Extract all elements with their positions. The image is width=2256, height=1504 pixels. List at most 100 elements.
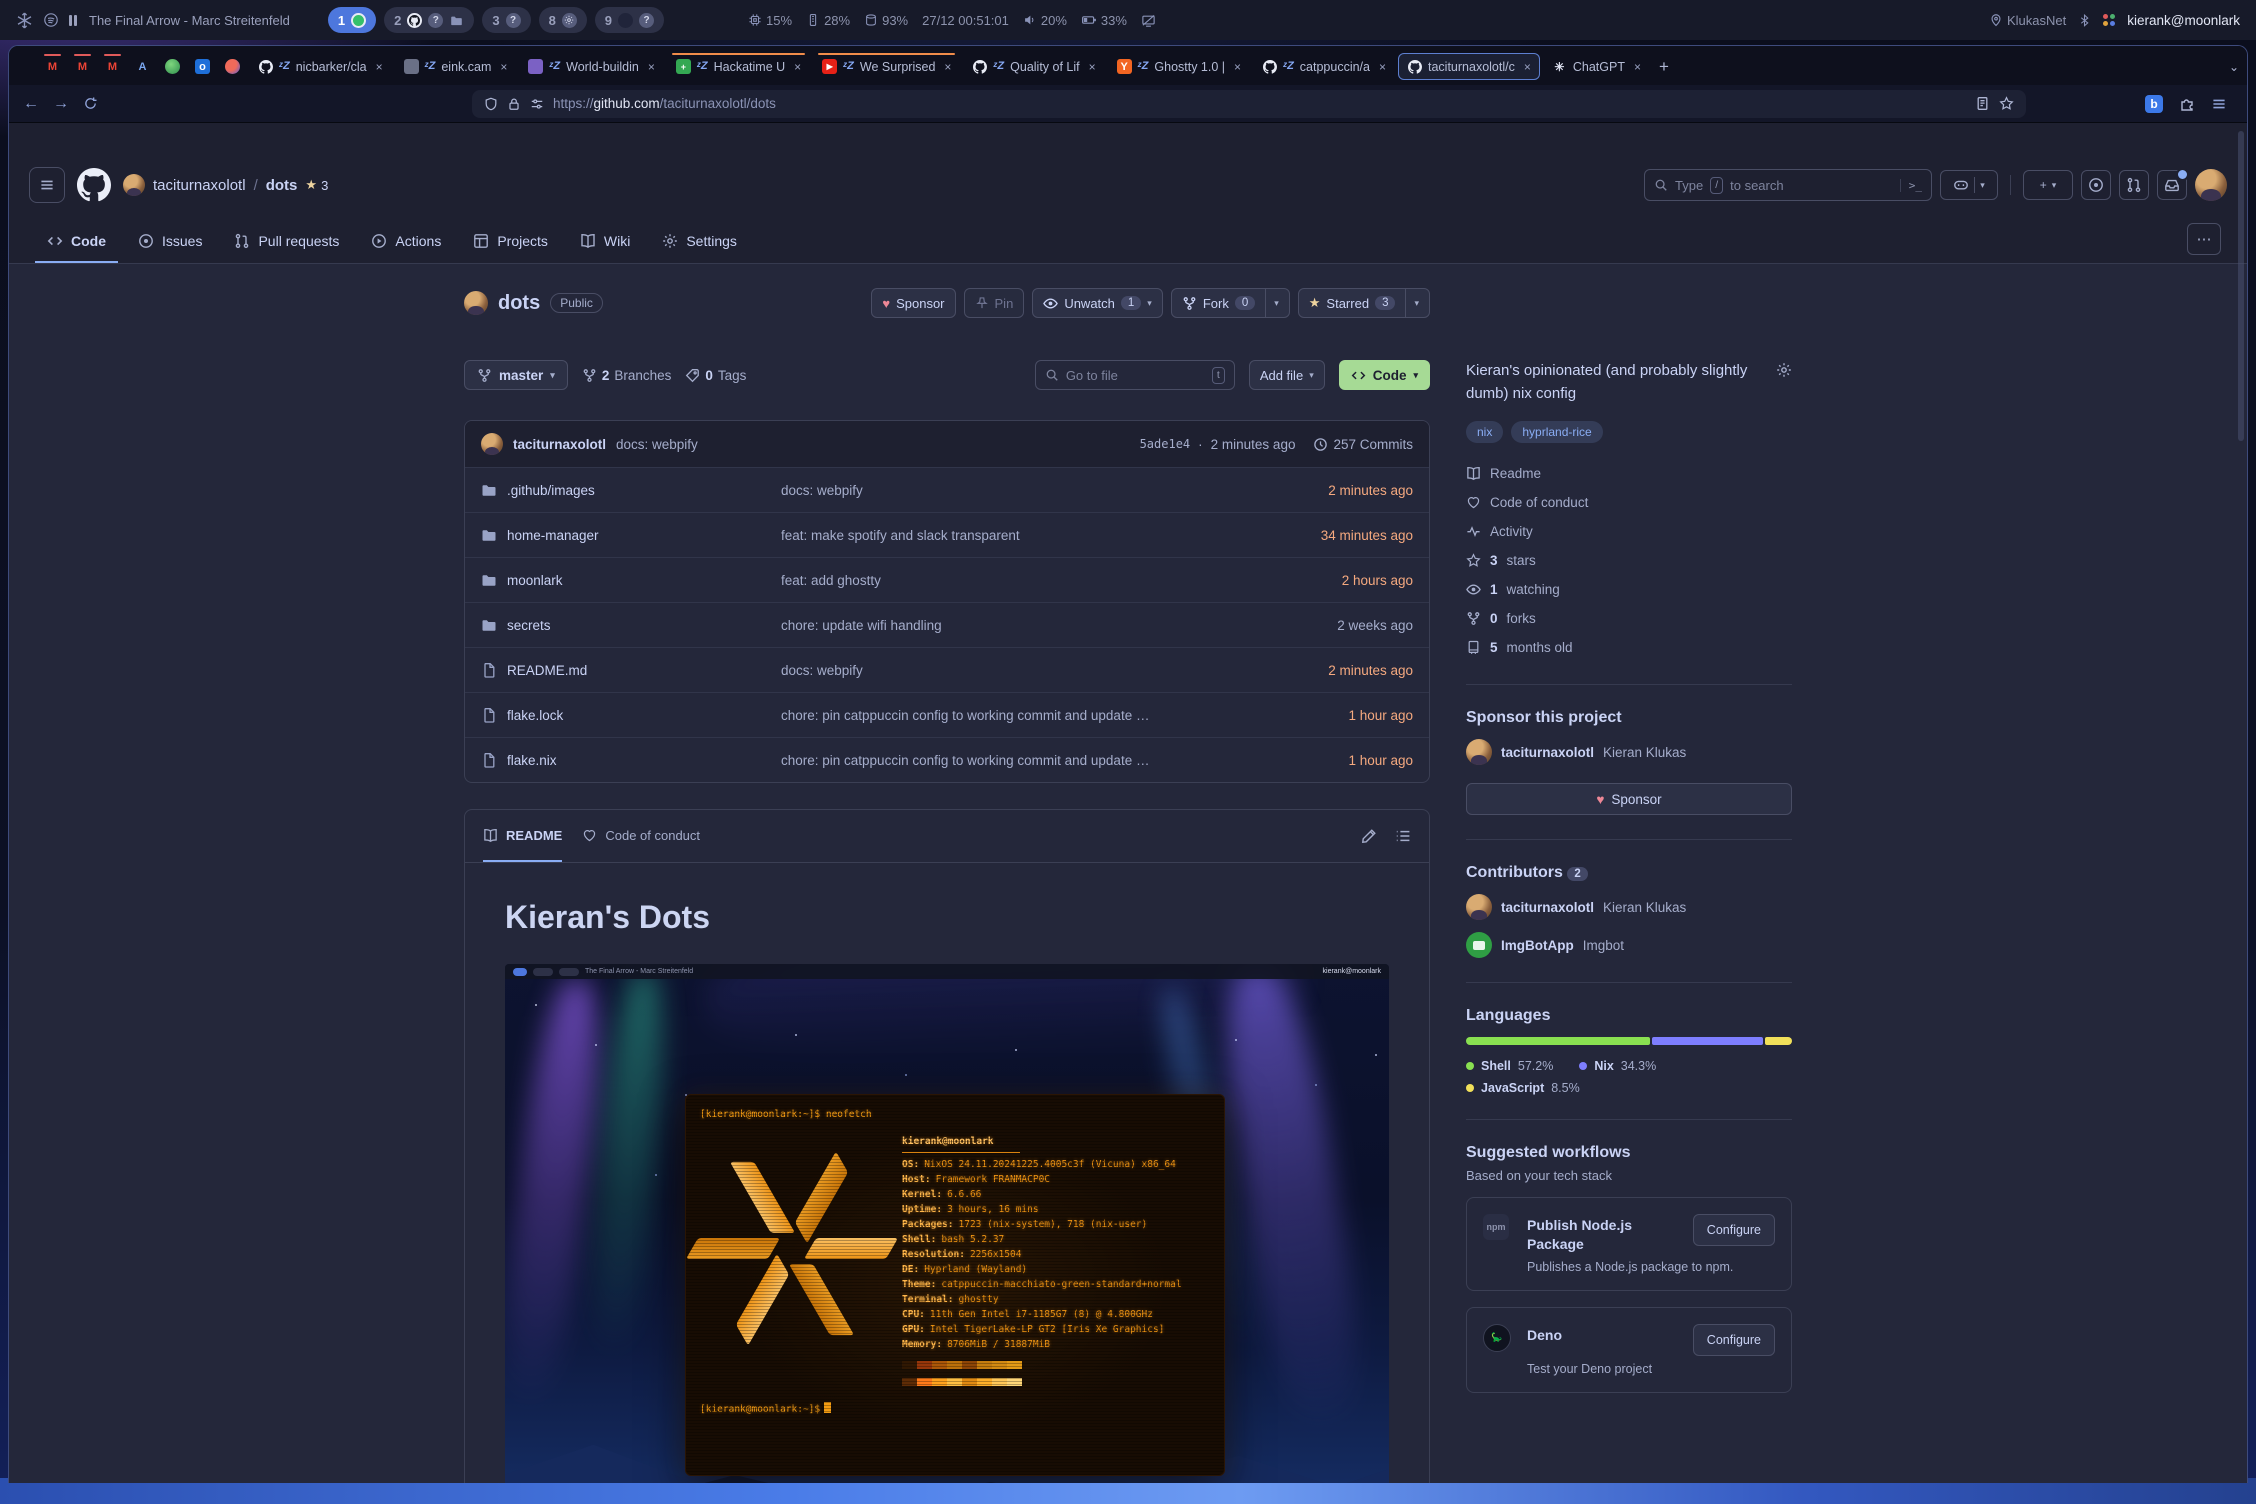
list-all-tabs-icon[interactable]: ⌄ <box>2229 60 2239 74</box>
reload-button[interactable] <box>83 96 98 111</box>
close-tab-icon[interactable]: × <box>794 60 801 74</box>
pinned-tab-mail-2[interactable]: M <box>69 54 96 80</box>
file-commit-message[interactable]: docs: webpify <box>781 483 1243 498</box>
code-of-conduct-tab[interactable]: Code of conduct <box>582 810 700 862</box>
file-commit-message[interactable]: chore: update wifi handling <box>781 618 1243 633</box>
workspace-3[interactable]: 3 ? <box>482 7 530 33</box>
file-row[interactable]: flake.lock chore: pin catppuccin config … <box>465 692 1429 737</box>
owner-avatar[interactable] <box>123 174 145 196</box>
workspace-1[interactable]: 1 <box>328 7 376 33</box>
notifications-button[interactable] <box>2157 170 2187 200</box>
github-logo[interactable] <box>77 168 111 202</box>
contributor-username[interactable]: taciturnaxolotl <box>1501 900 1594 915</box>
close-tab-icon[interactable]: × <box>944 60 951 74</box>
close-tab-icon[interactable]: × <box>1634 60 1641 74</box>
tab-actions[interactable]: Actions <box>359 221 453 263</box>
file-name[interactable]: secrets <box>507 618 551 633</box>
unwatch-button[interactable]: Unwatch1▾ <box>1032 288 1163 318</box>
command-palette-icon[interactable]: >_ <box>1900 179 1922 192</box>
screen-off-icon[interactable] <box>1141 13 1156 28</box>
media-pause-icon[interactable] <box>69 15 77 26</box>
tab-wiki[interactable]: Wiki <box>568 221 642 263</box>
permissions-icon[interactable] <box>530 97 544 111</box>
sponsor-username[interactable]: taciturnaxolotl <box>1501 745 1594 760</box>
file-row[interactable]: README.md docs: webpify 2 minutes ago <box>465 647 1429 692</box>
configure-button[interactable]: Configure <box>1693 1324 1775 1356</box>
workspace-8[interactable]: 8 <box>539 7 587 33</box>
breadcrumb-repo[interactable]: dots <box>266 177 298 194</box>
tab-nicbarker[interactable]: zZ nicbarker/cla × <box>249 53 392 80</box>
file-name[interactable]: README.md <box>507 663 587 678</box>
sponsor-button-large[interactable]: ♥Sponsor <box>1466 783 1792 815</box>
spotify-tray-icon[interactable] <box>43 12 59 28</box>
readme-tab[interactable]: README <box>483 810 562 862</box>
close-tab-icon[interactable]: × <box>1089 60 1096 74</box>
sponsor-avatar[interactable] <box>1466 739 1492 765</box>
contributor-row[interactable]: taciturnaxolotl Kieran Klukas <box>1466 894 1792 920</box>
global-search-input[interactable]: Type / to search >_ <box>1644 169 1932 201</box>
stars-link[interactable]: 3stars <box>1466 548 1792 573</box>
extensions-puzzle-icon[interactable] <box>2179 96 2195 112</box>
tab-eink[interactable]: zZ eink.cam × <box>395 53 517 80</box>
pinned-tab-leaf[interactable] <box>159 54 186 80</box>
file-name[interactable]: flake.nix <box>507 753 557 768</box>
workspace-2[interactable]: 2 ? <box>384 7 474 33</box>
new-tab-button[interactable]: + <box>1659 57 1669 77</box>
tab-hackatime[interactable]: + zZ Hackatime U × <box>667 53 810 80</box>
contributor-username[interactable]: ImgBotApp <box>1501 938 1574 953</box>
readme-screenshot[interactable]: The Final Arrow - Marc Streitenfeld kier… <box>505 964 1389 1483</box>
file-name[interactable]: moonlark <box>507 573 563 588</box>
file-name[interactable]: flake.lock <box>507 708 563 723</box>
pinned-tab-mail-3[interactable]: M <box>99 54 126 80</box>
tab-worldbuilding[interactable]: zZ World-buildin × <box>519 53 663 80</box>
tab-issues[interactable]: Issues <box>126 221 214 263</box>
language-shell[interactable]: Shell57.2% <box>1466 1059 1553 1073</box>
tab-quality-of-life[interactable]: zZ Quality of Lif × <box>963 53 1104 80</box>
commit-history-link[interactable]: 257 Commits <box>1313 437 1413 452</box>
tab-youtube[interactable]: ▶ zZ We Surprised × <box>813 53 960 80</box>
branch-selector[interactable]: master▾ <box>464 360 568 390</box>
pinned-tab-orb[interactable] <box>219 54 246 80</box>
pull-requests-button[interactable] <box>2119 170 2149 200</box>
file-row[interactable]: secrets chore: update wifi handling 2 we… <box>465 602 1429 647</box>
outline-list-icon[interactable] <box>1395 828 1411 844</box>
watching-link[interactable]: 1watching <box>1466 577 1792 602</box>
tab-taciturnaxolotl-active[interactable]: taciturnaxolotl/c × <box>1398 53 1540 80</box>
contributor-row[interactable]: ImgBotApp Imgbot <box>1466 932 1792 958</box>
tab-catppuccin[interactable]: zZ catppuccin/a × <box>1253 53 1395 80</box>
file-row[interactable]: .github/images docs: webpify 2 minutes a… <box>465 467 1429 512</box>
close-tab-icon[interactable]: × <box>648 60 655 74</box>
page-scrollbar[interactable] <box>2238 131 2244 441</box>
file-commit-message[interactable]: docs: webpify <box>781 663 1243 678</box>
add-file-button[interactable]: Add file▾ <box>1249 360 1325 390</box>
star-dropdown[interactable]: ▾ <box>1405 289 1419 317</box>
file-name[interactable]: .github/images <box>507 483 595 498</box>
pinned-tab-outlook[interactable]: o <box>189 54 216 80</box>
branches-link[interactable]: 2Branches <box>582 368 672 383</box>
activity-link[interactable]: Activity <box>1466 519 1792 544</box>
lock-icon[interactable] <box>507 97 521 111</box>
file-commit-message[interactable]: feat: add ghostty <box>781 573 1243 588</box>
topic-hyprland-rice[interactable]: hyprland-rice <box>1511 421 1602 443</box>
contributor-avatar[interactable] <box>1466 894 1492 920</box>
pin-button[interactable]: Pin <box>964 288 1025 318</box>
nix-tray-icon[interactable] <box>16 12 33 29</box>
issues-button[interactable] <box>2081 170 2111 200</box>
tab-ghostty[interactable]: Y zZ Ghostty 1.0 | × <box>1108 53 1250 80</box>
file-commit-message[interactable]: feat: make spotify and slack transparent <box>781 528 1243 543</box>
readme-link[interactable]: Readme <box>1466 461 1792 486</box>
close-tab-icon[interactable]: × <box>376 60 383 74</box>
file-row[interactable]: home-manager feat: make spotify and slac… <box>465 512 1429 557</box>
back-button[interactable]: ← <box>23 95 39 113</box>
language-nix[interactable]: Nix34.3% <box>1579 1059 1656 1073</box>
create-new-button[interactable]: +▾ <box>2023 170 2073 200</box>
imgbot-avatar[interactable] <box>1466 932 1492 958</box>
user-avatar[interactable] <box>2195 169 2227 201</box>
commit-hash[interactable]: 5ade1e4 <box>1140 437 1191 451</box>
bookmark-star-icon[interactable] <box>1999 96 2014 111</box>
bluetooth-icon[interactable] <box>2078 14 2091 27</box>
global-nav-menu-button[interactable] <box>29 167 65 203</box>
configure-button[interactable]: Configure <box>1693 1214 1775 1246</box>
tab-projects[interactable]: Projects <box>461 221 560 263</box>
tab-chatgpt[interactable]: ✳ ChatGPT × <box>1543 53 1650 80</box>
